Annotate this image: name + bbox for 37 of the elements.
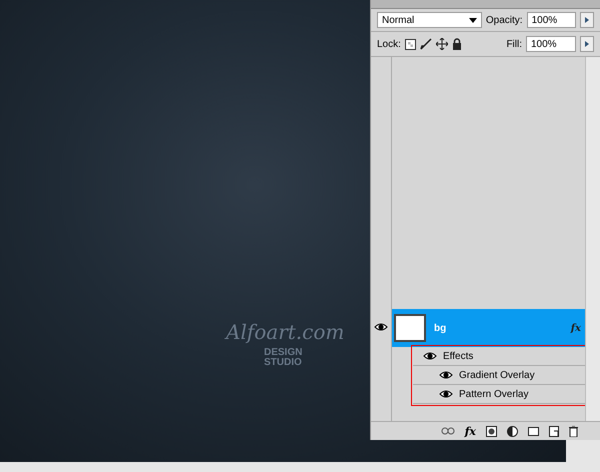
checker-icon[interactable]: [404, 38, 416, 50]
fx-button[interactable]: fx: [464, 424, 476, 438]
eye-icon[interactable]: [374, 322, 388, 332]
arrow-icon: [585, 41, 589, 47]
mask-icon[interactable]: [486, 426, 497, 436]
opacity-arrow-button[interactable]: [580, 12, 594, 28]
lock-label: Lock:: [377, 38, 401, 50]
folder-icon[interactable]: [528, 426, 539, 436]
fill-field[interactable]: 100%: [526, 36, 576, 52]
effects-label: Effects: [443, 350, 474, 362]
trash-icon[interactable]: [569, 426, 578, 436]
eye-icon[interactable]: [423, 351, 437, 361]
effect-name: Pattern Overlay: [459, 388, 528, 400]
new-layer-icon[interactable]: [549, 426, 559, 436]
fill-label: Fill:: [506, 38, 522, 50]
logo-subtitle: DESIGN: [264, 348, 302, 358]
layer-name: bg: [434, 322, 446, 334]
link-icon[interactable]: [440, 427, 455, 435]
caret-icon: [468, 18, 477, 22]
effect-name: Gradient Overlay: [459, 370, 535, 380]
effects-label: fx: [570, 322, 581, 334]
brush-icon[interactable]: [420, 38, 432, 50]
logo-text: Alfoart.com: [226, 320, 344, 344]
logo-subtitle: STUDIO: [264, 358, 302, 368]
move-icon[interactable]: [436, 38, 448, 50]
lock-icon[interactable]: [452, 38, 462, 50]
layer-thumbnail: [394, 314, 426, 342]
eye-icon[interactable]: [439, 370, 453, 380]
effect-row[interactable]: Gradient Overlay: [413, 366, 585, 385]
arrow-icon: [585, 17, 590, 23]
eye-icon[interactable]: [439, 389, 453, 399]
effect-row[interactable]: Pattern Overlay: [413, 385, 585, 404]
half-circle-icon[interactable]: [507, 426, 518, 436]
opacity-field[interactable]: 100%: [526, 12, 576, 28]
blend-mode-dropdown[interactable]: Normal: [377, 12, 482, 28]
fill-arrow-button[interactable]: [580, 36, 594, 52]
opacity-label: Opacity:: [486, 14, 523, 26]
